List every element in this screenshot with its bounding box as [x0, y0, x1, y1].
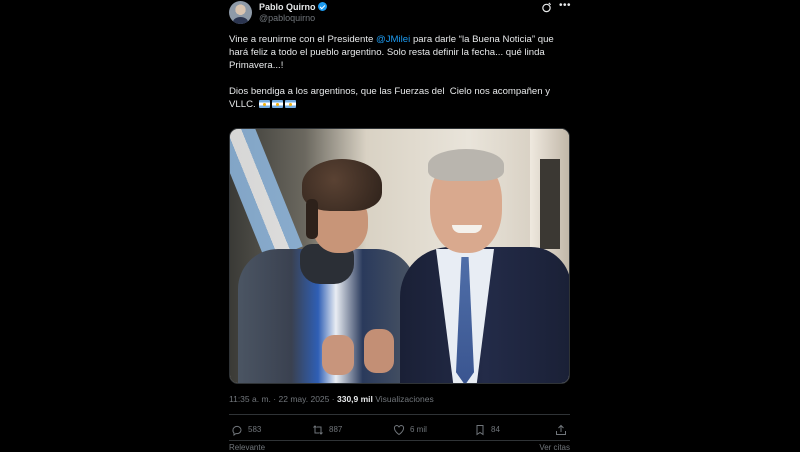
views-count: 330,9 mil: [336, 394, 373, 404]
photo-person-right-hair: [428, 149, 504, 181]
reply-count: 583: [248, 425, 262, 434]
tweet-date[interactable]: 22 may. 2025: [279, 394, 330, 404]
meta-separator: ·: [273, 394, 277, 404]
tweet-text-part: para darle “la Buena Noticia” que hará f…: [229, 34, 554, 110]
tweet-photo[interactable]: [229, 128, 570, 384]
repost-icon: [313, 424, 323, 435]
tweet-text: Vine a reunirme con el Presidente @JMile…: [229, 33, 570, 111]
tweet[interactable]: Pablo Quirno @pabloquirno ••• Vine a reu…: [229, 0, 572, 452]
more-icon[interactable]: •••: [559, 0, 571, 11]
tweet-meta: 11:35 a. m. · 22 may. 2025 · 330,9 mil V…: [229, 394, 434, 404]
verified-icon[interactable]: [318, 2, 327, 11]
argentina-flag-icon: [259, 100, 271, 108]
mention-link[interactable]: @JMilei: [376, 34, 410, 45]
argentina-flag-icon: [285, 100, 297, 108]
like-button[interactable]: 6 mil: [393, 423, 427, 436]
repost-count: 887: [329, 425, 343, 434]
view-quotes-link[interactable]: Ver citas: [539, 443, 570, 452]
handle[interactable]: @pabloquirno: [259, 13, 315, 23]
like-count: 6 mil: [410, 425, 427, 434]
reply-button[interactable]: 583: [231, 423, 261, 436]
display-name[interactable]: Pablo Quirno: [259, 2, 316, 12]
photo-door-panel: [540, 159, 560, 249]
grok-icon[interactable]: [541, 2, 552, 13]
repost-button[interactable]: 887: [312, 423, 342, 436]
bookmark-count: 84: [491, 425, 500, 434]
photo-person-left-sideburns: [306, 199, 318, 239]
share-button[interactable]: [555, 423, 572, 436]
views-label: Visualizaciones: [375, 394, 434, 404]
photo-person-left-hand: [322, 335, 354, 375]
share-icon: [556, 424, 566, 435]
photo-person-left-hand: [364, 329, 394, 373]
bookmark-icon: [476, 424, 484, 435]
like-icon: [393, 424, 405, 435]
avatar[interactable]: [229, 1, 252, 24]
reply-icon: [232, 425, 242, 436]
divider: [229, 414, 570, 415]
divider: [229, 440, 570, 441]
meta-separator: ·: [331, 394, 335, 404]
sort-replies-label[interactable]: Relevante: [229, 443, 265, 452]
bookmark-button[interactable]: 84: [474, 423, 500, 436]
argentina-flag-icon: [272, 100, 284, 108]
tweet-text-part: Vine a reunirme con el Presidente: [229, 34, 377, 45]
tweet-time[interactable]: 11:35 a. m.: [229, 394, 271, 404]
photo-person-right-smile: [452, 225, 482, 233]
